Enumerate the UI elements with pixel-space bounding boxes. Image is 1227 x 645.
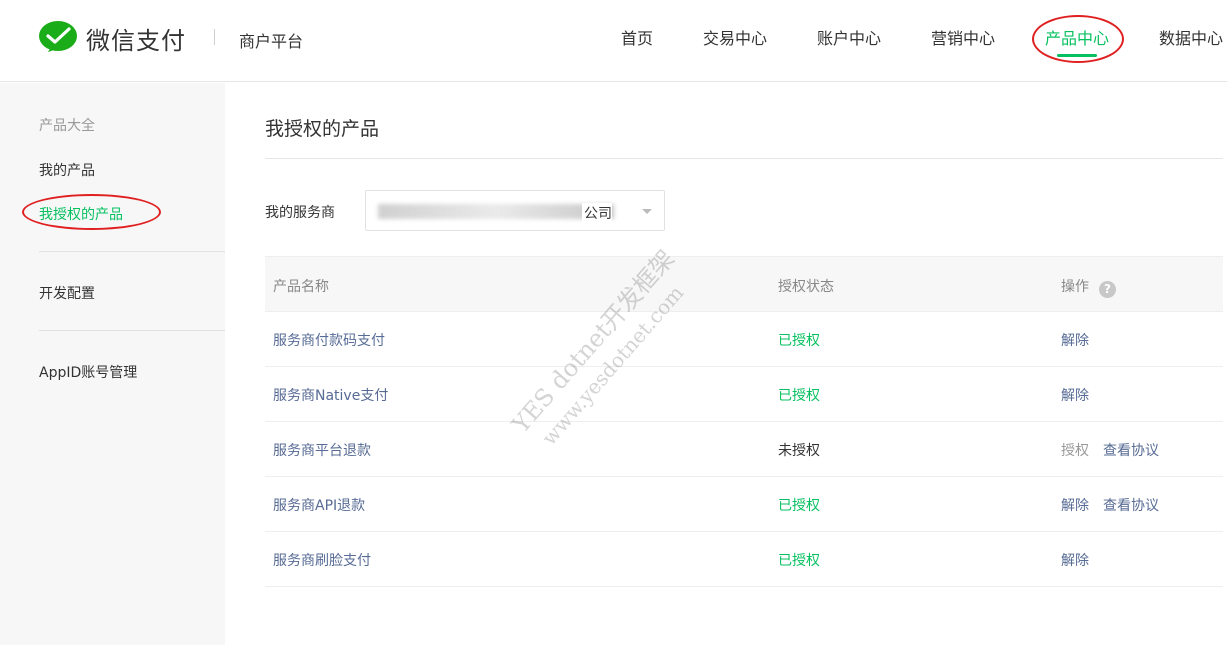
revoke-link[interactable]: 解除 — [1061, 498, 1089, 514]
table-row: 服务商API退款 已授权 解除 查看协议 — [265, 477, 1223, 532]
column-header-actions-label: 操作 — [1061, 279, 1089, 295]
redacted-text — [378, 204, 614, 219]
product-name-link[interactable]: 服务商平台退款 — [273, 440, 371, 460]
product-name-link[interactable]: 服务商付款码支付 — [273, 330, 385, 350]
sidebar: 产品大全 我的产品 我授权的产品 开发配置 AppID账号管理 — [0, 83, 225, 645]
table-row: 服务商Native支付 已授权 解除 — [265, 367, 1223, 422]
product-name-link[interactable]: 服务商API退款 — [273, 495, 365, 515]
revoke-link[interactable]: 解除 — [1061, 333, 1089, 349]
authorize-link[interactable]: 授权 — [1061, 443, 1089, 459]
platform-label: 商户平台 — [239, 32, 304, 51]
product-name-link[interactable]: 服务商Native支付 — [273, 385, 388, 405]
revoke-link[interactable]: 解除 — [1061, 388, 1089, 404]
nav-products[interactable]: 产品中心 — [1045, 25, 1109, 49]
sidebar-divider — [39, 251, 225, 252]
page-title: 我授权的产品 — [265, 118, 380, 140]
nav-account[interactable]: 账户中心 — [817, 25, 881, 49]
top-header: 微信支付 商户平台 首页 交易中心 账户中心 营销中心 产品中心 数据中心 — [0, 0, 1227, 82]
sidebar-divider — [39, 330, 225, 331]
service-provider-label: 我的服务商 — [265, 205, 335, 221]
select-value-suffix: 公司 — [582, 203, 612, 223]
sidebar-item-authorized-products[interactable]: 我授权的产品 — [39, 204, 123, 224]
product-name-link[interactable]: 服务商刷脸支付 — [273, 550, 371, 570]
revoke-link[interactable]: 解除 — [1061, 553, 1089, 569]
table-row: 服务商平台退款 未授权 授权 查看协议 — [265, 422, 1223, 477]
view-agreement-link[interactable]: 查看协议 — [1103, 443, 1159, 459]
view-agreement-link[interactable]: 查看协议 — [1103, 498, 1159, 514]
auth-status: 已授权 — [778, 553, 820, 569]
table-row: 服务商刷脸支付 已授权 解除 — [265, 532, 1223, 587]
nav-home[interactable]: 首页 — [621, 25, 653, 49]
column-header-product-name: 产品名称 — [273, 279, 329, 295]
wechat-pay-logo[interactable]: 微信支付 — [38, 20, 186, 56]
column-header-actions: 操作? — [1061, 276, 1116, 298]
row-actions: 解除 — [1061, 385, 1103, 405]
service-provider-select[interactable]: 公司 — [365, 190, 665, 231]
row-actions: 解除 查看协议 — [1061, 495, 1173, 515]
row-actions: 授权 查看协议 — [1061, 440, 1173, 460]
title-divider — [265, 158, 1223, 159]
nav-transactions[interactable]: 交易中心 — [703, 25, 767, 49]
nav-active-indicator — [1057, 54, 1097, 57]
header-divider — [214, 29, 215, 45]
chevron-down-icon — [642, 209, 652, 214]
auth-status: 已授权 — [778, 388, 820, 404]
brand-name: 微信支付 — [86, 26, 186, 55]
auth-status: 已授权 — [778, 498, 820, 514]
sidebar-item-appid-management[interactable]: AppID账号管理 — [39, 362, 137, 382]
table-header: 产品名称 授权状态 操作? — [265, 256, 1223, 312]
auth-status: 未授权 — [778, 443, 820, 459]
row-actions: 解除 — [1061, 330, 1103, 350]
table-row: 服务商付款码支付 已授权 解除 — [265, 312, 1223, 367]
auth-status: 已授权 — [778, 333, 820, 349]
main-content: 我授权的产品 我的服务商 公司 产品名称 授权状态 操作? 服务商付款码支付已授… — [265, 83, 1223, 645]
sidebar-item-my-products[interactable]: 我的产品 — [39, 160, 95, 180]
table-body: 服务商付款码支付 已授权 解除 服务商Native支付 已授权 解除 服务商平台退款 未授权授… — [265, 312, 1223, 587]
sidebar-item-dev-config[interactable]: 开发配置 — [39, 283, 95, 303]
row-actions: 解除 — [1061, 550, 1103, 570]
help-icon[interactable]: ? — [1099, 281, 1116, 298]
column-header-status: 授权状态 — [778, 279, 834, 295]
wechat-pay-logo-icon — [39, 21, 77, 52]
sidebar-group-title: 产品大全 — [39, 118, 95, 134]
nav-data[interactable]: 数据中心 — [1159, 25, 1223, 49]
products-table: 产品名称 授权状态 操作? 服务商付款码支付 已授权 解除 服务商Native支付 已授… — [265, 256, 1223, 587]
nav-marketing[interactable]: 营销中心 — [931, 25, 995, 49]
